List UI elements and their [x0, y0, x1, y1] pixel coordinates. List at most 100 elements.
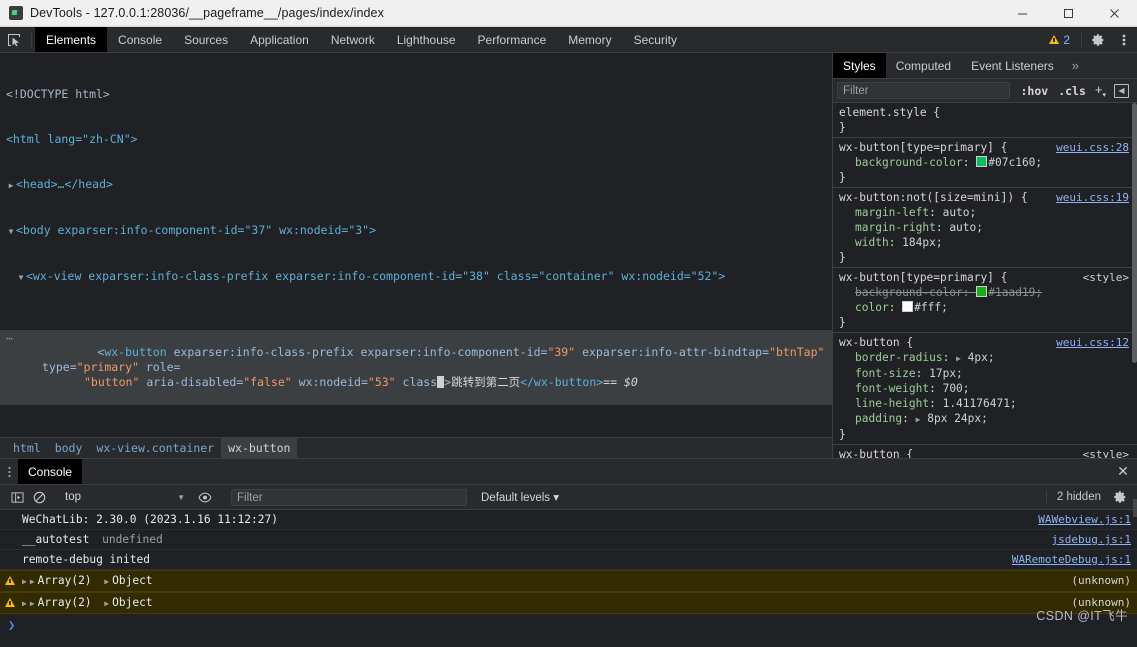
breadcrumb-item-wx-view[interactable]: wx-view.container	[89, 438, 221, 458]
dom-tree[interactable]: <!DOCTYPE html> <html lang="zh-CN"> ▶ <he…	[0, 53, 832, 458]
style-rule-primary-weui28[interactable]: wx-button[type=primary] { weui.css:28 ba…	[833, 138, 1137, 188]
styles-scrollbar-thumb[interactable]	[1132, 103, 1137, 363]
expand-object-icon[interactable]: ▶	[104, 599, 109, 608]
window-close-button[interactable]	[1091, 0, 1137, 27]
tab-console[interactable]: Console	[107, 27, 173, 52]
tab-application[interactable]: Application	[239, 27, 320, 52]
tab-computed[interactable]: Computed	[886, 53, 961, 78]
console-source-link[interactable]: WAWebview.js:1	[1038, 510, 1131, 529]
tab-sources[interactable]: Sources	[173, 27, 239, 52]
style-rule-not-mini-weui19[interactable]: wx-button:not([size=mini]) { weui.css:19…	[833, 188, 1137, 268]
tab-network[interactable]: Network	[320, 27, 386, 52]
window-minimize-button[interactable]	[999, 0, 1045, 27]
collapse-arrow-icon-2[interactable]: ▼	[16, 270, 26, 285]
rule-source-link[interactable]: weui.css:28	[1056, 140, 1129, 155]
console-row-autotest[interactable]: __autotest undefined jsdebug.js:1	[0, 530, 1137, 550]
warning-count-badge[interactable]: 2	[1041, 27, 1078, 52]
ellipsis-badge-icon[interactable]: ⋯	[6, 331, 14, 346]
clear-console-icon[interactable]	[28, 485, 50, 510]
declaration-font-size[interactable]: font-size: 17px;	[839, 366, 1137, 381]
expand-shorthand-icon-2[interactable]: ▶	[916, 415, 921, 424]
console-row-remote-debug[interactable]: remote-debug inited WARemoteDebug.js:1	[0, 550, 1137, 570]
dom-line-selected-wx-button[interactable]: ⋯ <wx-button exparser:info-class-prefix e…	[0, 330, 832, 405]
rule-source-label[interactable]: <style>	[1083, 447, 1129, 458]
expand-shorthand-icon[interactable]: ▶	[956, 354, 961, 363]
collapse-arrow-icon[interactable]: ▼	[6, 224, 16, 239]
declaration-background-color[interactable]: background-color: #07c160;	[839, 155, 1137, 170]
styles-more-tabs-icon[interactable]: »	[1064, 53, 1087, 78]
breadcrumb-item-body[interactable]: body	[48, 438, 90, 458]
tab-memory[interactable]: Memory	[557, 27, 622, 52]
expand-array-icon[interactable]: ▶	[30, 577, 35, 586]
add-new-rule-icon[interactable]: +▾	[1091, 82, 1110, 99]
dom-line-body[interactable]: ▼ <body exparser:info-component-id="37" w…	[0, 223, 832, 239]
dom-line-wxview[interactable]: ▼ <wx-view exparser:info-class-prefix exp…	[0, 269, 832, 285]
drawer-tab-console[interactable]: Console	[18, 459, 83, 484]
main-menu-kebab-icon[interactable]	[1111, 27, 1137, 52]
console-row-warning-1[interactable]: ▶ ▶ Array(2) ▶ Object (unknown)	[0, 570, 1137, 592]
console-levels-dropdown[interactable]: Default levels ▾	[473, 490, 559, 504]
drawer-menu-kebab-icon[interactable]	[0, 459, 18, 484]
console-row-warning-2[interactable]: ▶ ▶ Array(2) ▶ Object (unknown)	[0, 592, 1137, 614]
console-row-wechatlib[interactable]: WeChatLib: 2.30.0 (2023.1.16 11:12:27) W…	[0, 510, 1137, 530]
declaration-margin-left[interactable]: margin-left: auto;	[839, 205, 1137, 220]
settings-gear-icon[interactable]	[1085, 27, 1111, 52]
console-source-link[interactable]: WARemoteDebug.js:1	[1012, 550, 1131, 569]
inspect-element-icon[interactable]	[0, 27, 28, 52]
tab-lighthouse[interactable]: Lighthouse	[386, 27, 467, 52]
console-hidden-count[interactable]: 2 hidden	[1045, 491, 1109, 503]
expand-group-icon[interactable]: ▶	[22, 577, 27, 586]
console-settings-gear-icon[interactable]	[1109, 485, 1131, 510]
dom-line-html-open[interactable]: <html lang="zh-CN">	[0, 132, 832, 147]
live-expression-eye-icon[interactable]	[194, 485, 216, 510]
declaration-width[interactable]: width: 184px;	[839, 235, 1137, 250]
console-scrollbar-thumb[interactable]	[1133, 499, 1137, 517]
style-rule-base-inline[interactable]: wx-button { <style> -webkit-tap-highligh…	[833, 445, 1137, 458]
dom-line-head[interactable]: ▶ <head>…</head>	[0, 177, 832, 193]
console-sidebar-toggle-icon[interactable]	[6, 485, 28, 510]
expand-array-icon[interactable]: ▶	[30, 599, 35, 608]
tab-security[interactable]: Security	[623, 27, 688, 52]
console-context-select[interactable]: top ▼	[65, 491, 185, 503]
breadcrumb-item-html[interactable]: html	[6, 438, 48, 458]
declaration-margin-right[interactable]: margin-right: auto;	[839, 220, 1137, 235]
declaration-color[interactable]: color: #fff;	[839, 300, 1137, 315]
html-open-text: <html lang="zh-CN">	[6, 132, 138, 146]
declaration-font-weight[interactable]: font-weight: 700;	[839, 381, 1137, 396]
declaration-padding[interactable]: padding: ▶ 8px 24px;	[839, 411, 1137, 427]
tab-event-listeners[interactable]: Event Listeners	[961, 53, 1064, 78]
declaration-border-radius[interactable]: border-radius: ▶ 4px;	[839, 350, 1137, 366]
console-prompt-input[interactable]: ❯	[0, 614, 1137, 636]
drawer-close-icon[interactable]: ✕	[1109, 459, 1137, 484]
color-swatch[interactable]	[976, 286, 988, 297]
styles-filter-input[interactable]: Filter	[837, 82, 1011, 99]
tab-elements[interactable]: Elements	[35, 27, 108, 52]
color-swatch[interactable]	[902, 301, 914, 312]
style-rule-base-weui12[interactable]: wx-button { weui.css:12 border-radius: ▶…	[833, 333, 1137, 445]
rule-source-link[interactable]: weui.css:19	[1056, 190, 1129, 205]
rule-close-brace: }	[839, 121, 846, 134]
tab-performance[interactable]: Performance	[467, 27, 558, 52]
rule-source-label[interactable]: <style>	[1083, 270, 1129, 285]
window-maximize-button[interactable]	[1045, 0, 1091, 27]
console-message-list[interactable]: WeChatLib: 2.30.0 (2023.1.16 11:12:27) W…	[0, 510, 1137, 646]
expand-arrow-icon[interactable]: ▶	[6, 178, 16, 193]
rule-source-link[interactable]: weui.css:12	[1056, 335, 1129, 350]
hov-toggle-button[interactable]: :hov	[1015, 84, 1053, 98]
console-filter-input[interactable]: Filter	[231, 488, 467, 506]
tab-styles[interactable]: Styles	[833, 53, 886, 78]
declaration-background-color-overridden[interactable]: background-color: #1aad19;	[839, 285, 1137, 300]
styles-scrollbar[interactable]	[1132, 103, 1137, 458]
style-rule-element-style[interactable]: element.style { }	[833, 103, 1137, 138]
computed-sidebar-toggle-icon[interactable]: ◀	[1114, 83, 1129, 98]
dom-line-doctype[interactable]: <!DOCTYPE html>	[0, 87, 832, 102]
expand-group-icon[interactable]: ▶	[22, 599, 27, 608]
breadcrumb-item-wx-button[interactable]: wx-button	[221, 438, 298, 458]
color-swatch[interactable]	[976, 156, 988, 167]
styles-rule-list[interactable]: element.style { } wx-button[type=primary…	[833, 103, 1137, 458]
console-source-link[interactable]: jsdebug.js:1	[1052, 530, 1131, 549]
cls-toggle-button[interactable]: .cls	[1053, 84, 1091, 98]
expand-object-icon[interactable]: ▶	[104, 577, 109, 586]
style-rule-primary-inline[interactable]: wx-button[type=primary] { <style> backgr…	[833, 268, 1137, 333]
declaration-line-height[interactable]: line-height: 1.41176471;	[839, 396, 1137, 411]
